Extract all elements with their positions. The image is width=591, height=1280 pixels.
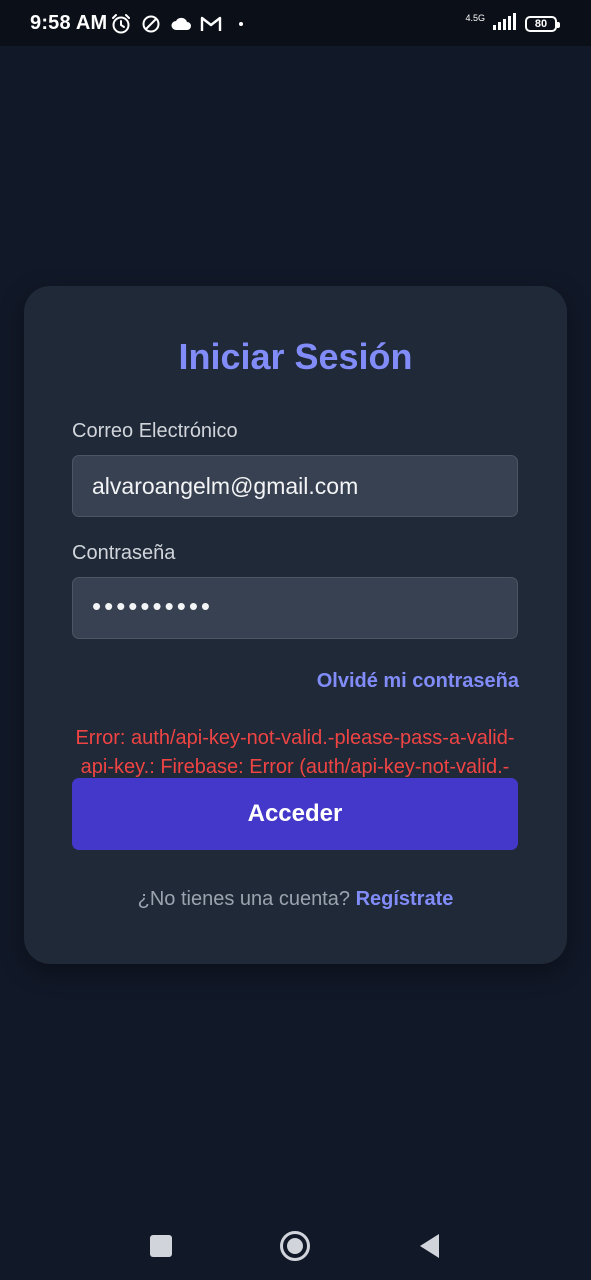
dot-icon: [230, 13, 252, 35]
error-message: Error: auth/api-key-not-valid.-please-pa…: [75, 727, 515, 778]
alarm-icon: [110, 13, 132, 35]
navigation-bar: [0, 1210, 591, 1280]
signup-prompt: ¿No tienes una cuenta?: [137, 888, 350, 910]
password-label: Contraseña: [72, 542, 176, 564]
login-card: Iniciar Sesión Correo Electrónico alvaro…: [24, 286, 567, 964]
home-icon[interactable]: [277, 1228, 313, 1264]
signal-icon: [493, 12, 517, 35]
email-value: alvaroangelm@gmail.com: [92, 472, 359, 499]
network-type: 4.5G: [465, 12, 485, 23]
password-value: ••••••••••: [92, 590, 214, 621]
back-icon[interactable]: [411, 1228, 447, 1264]
status-time: 9:58 AM: [30, 12, 108, 34]
battery-icon: 80: [525, 15, 560, 32]
status-icons-left: [110, 13, 252, 35]
signup-row: ¿No tienes una cuenta? Regístrate: [24, 888, 567, 911]
signup-link[interactable]: Regístrate: [356, 888, 454, 910]
password-field[interactable]: ••••••••••: [72, 577, 518, 639]
gmail-icon: [200, 13, 222, 35]
recents-icon[interactable]: [143, 1228, 179, 1264]
dnd-icon: [140, 13, 162, 35]
email-label: Correo Electrónico: [72, 420, 238, 442]
status-right: 4.5G 80: [465, 12, 560, 35]
login-button[interactable]: Acceder: [72, 778, 518, 850]
page-title: Iniciar Sesión: [178, 336, 413, 377]
status-bar: 9:58 AM 4.5G 80: [0, 0, 591, 46]
cloud-icon: [170, 13, 192, 35]
email-field[interactable]: alvaroangelm@gmail.com: [72, 455, 518, 517]
forgot-password-link[interactable]: Olvidé mi contraseña: [317, 670, 519, 693]
